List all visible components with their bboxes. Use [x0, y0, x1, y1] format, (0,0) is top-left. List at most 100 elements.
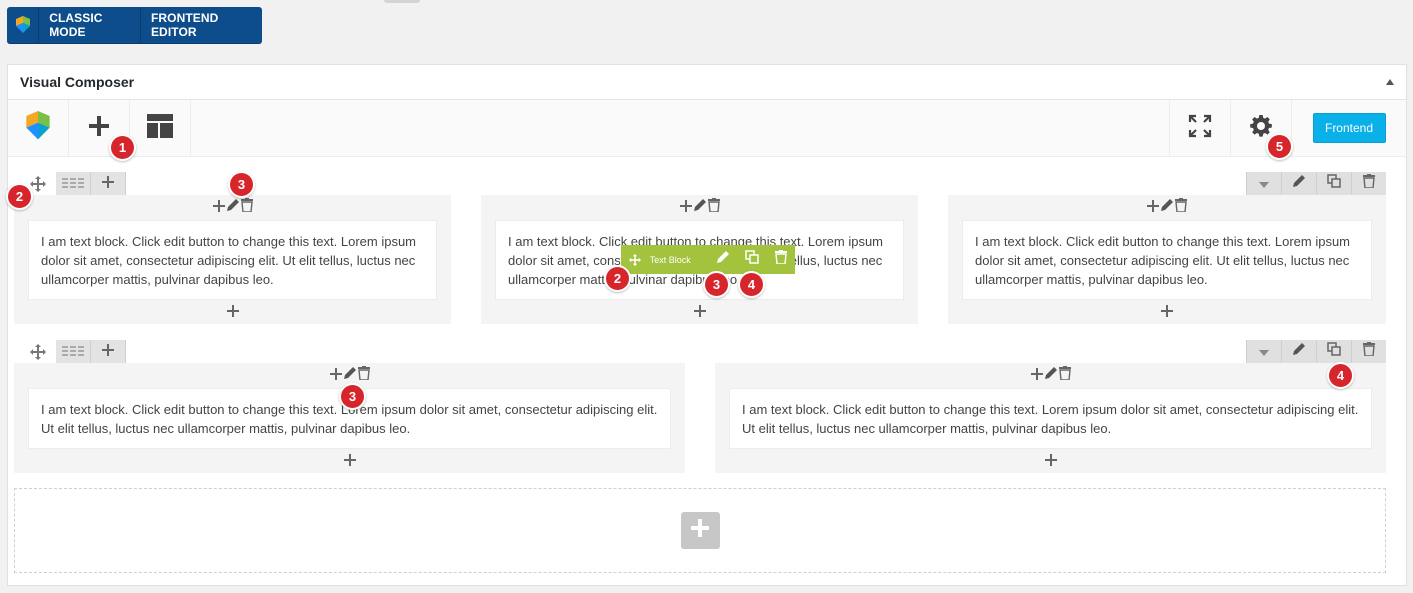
plus-icon[interactable]: [212, 199, 225, 217]
row-clone-button[interactable]: [1316, 340, 1351, 363]
chevron-down-icon: [1259, 175, 1269, 193]
column: I am text block. Click edit button to ch…: [715, 363, 1386, 473]
plus-icon[interactable]: [679, 199, 692, 217]
vc-logo-icon: [24, 110, 52, 146]
element-toolbar: Text Block: [621, 245, 795, 274]
plus-icon: [102, 175, 114, 193]
callout-badge: 4: [738, 271, 765, 298]
plus-icon: [102, 343, 114, 361]
row-edit-button[interactable]: [1281, 172, 1316, 195]
trash-icon[interactable]: [357, 366, 370, 385]
row: I am text block. Click edit button to ch…: [14, 340, 1386, 475]
pencil-icon[interactable]: [1044, 366, 1058, 385]
element-delete-button[interactable]: [766, 245, 795, 274]
row-controls: [14, 340, 1386, 363]
add-row-area[interactable]: [14, 488, 1386, 573]
column: I am text block. Click edit button to ch…: [14, 363, 685, 473]
pencil-icon[interactable]: [693, 198, 707, 217]
plus-icon: [693, 304, 706, 322]
fullscreen-icon: [1188, 114, 1212, 143]
callout-badge: 3: [339, 383, 366, 410]
plus-icon[interactable]: [329, 367, 342, 385]
column-controls: [729, 363, 1372, 388]
add-element-big-button[interactable]: [680, 512, 720, 549]
trash-icon[interactable]: [240, 198, 253, 217]
editor-mode-bar: CLASSIC MODE FRONTEND EDITOR: [7, 7, 262, 43]
column: I am text block. Click edit button to ch…: [948, 195, 1386, 324]
add-to-column-button[interactable]: [28, 449, 671, 474]
row-edit-button[interactable]: [1281, 340, 1316, 363]
add-to-column-button[interactable]: [495, 300, 904, 325]
column-controls: [962, 195, 1372, 220]
vc-logo-button[interactable]: [8, 100, 69, 156]
panel-header: Visual Composer: [8, 65, 1406, 100]
text-block[interactable]: I am text block. Click edit button to ch…: [962, 220, 1372, 300]
callout-badge: 3: [703, 271, 730, 298]
element-name-label: Text Block: [649, 254, 691, 265]
add-column-button[interactable]: [91, 172, 126, 195]
clone-icon: [745, 250, 759, 269]
composer-toolbar: Frontend: [8, 100, 1406, 157]
add-to-column-button[interactable]: [729, 449, 1372, 474]
column-controls: [495, 195, 904, 220]
callout-badge: 4: [1327, 362, 1354, 389]
move-icon[interactable]: [621, 253, 650, 266]
columns-icon: [62, 175, 84, 193]
column-controls: [28, 195, 437, 220]
pencil-icon: [1292, 342, 1306, 361]
callout-badge: 3: [228, 171, 255, 198]
callout-badge: 5: [1266, 133, 1293, 160]
trash-icon: [1363, 174, 1375, 193]
collapse-arrow-icon[interactable]: [1386, 79, 1394, 85]
pencil-icon[interactable]: [226, 198, 240, 217]
element-edit-button[interactable]: [709, 245, 738, 274]
callout-badge: 2: [6, 183, 33, 210]
text-block[interactable]: I am text block. Click edit button to ch…: [729, 388, 1372, 449]
top-divider-handle: [384, 0, 420, 3]
callout-badge: 2: [604, 265, 631, 292]
add-to-column-button[interactable]: [962, 300, 1372, 325]
row-delete-button[interactable]: [1351, 340, 1386, 363]
clone-icon: [1327, 174, 1341, 193]
plus-icon: [1161, 304, 1173, 322]
trash-icon[interactable]: [707, 198, 720, 217]
layout-template-icon: [147, 113, 173, 143]
trash-icon[interactable]: [1175, 198, 1187, 217]
plus-icon: [88, 115, 110, 142]
frontend-editor-button[interactable]: FRONTEND EDITOR: [141, 7, 262, 43]
vc-logo-icon: [7, 7, 40, 43]
columns-layout-button[interactable]: [56, 340, 91, 363]
text-block[interactable]: I am text block. Click edit button to ch…: [28, 220, 437, 300]
columns-icon: [62, 343, 84, 361]
trash-icon: [1363, 342, 1375, 361]
plus-icon[interactable]: [1030, 367, 1043, 385]
templates-button[interactable]: [130, 100, 191, 156]
add-to-column-button[interactable]: [28, 300, 437, 325]
callout-badge: 1: [109, 134, 136, 161]
panel-title: Visual Composer: [20, 74, 135, 90]
frontend-button[interactable]: Frontend: [1312, 113, 1386, 143]
plus-icon: [226, 304, 239, 322]
chevron-down-icon: [1259, 343, 1269, 361]
clone-icon: [1327, 342, 1341, 361]
element-clone-button[interactable]: [738, 245, 767, 274]
columns-layout-button[interactable]: [56, 172, 91, 195]
plus-icon: [691, 519, 709, 542]
plus-icon: [343, 453, 356, 471]
plus-icon: [1044, 453, 1057, 471]
row-delete-button[interactable]: [1351, 172, 1386, 195]
column: I am text block. Click edit button to ch…: [14, 195, 451, 324]
trash-icon[interactable]: [1058, 366, 1071, 385]
plus-icon[interactable]: [1147, 199, 1159, 217]
row-toggle-button[interactable]: [1246, 172, 1281, 195]
fullscreen-button[interactable]: [1169, 100, 1230, 156]
move-icon[interactable]: [26, 340, 50, 363]
row-toggle-button[interactable]: [1246, 340, 1281, 363]
add-column-button[interactable]: [91, 340, 126, 363]
pencil-icon: [1292, 174, 1306, 193]
row-controls: [14, 172, 1386, 195]
pencil-icon[interactable]: [1160, 198, 1174, 217]
row-clone-button[interactable]: [1316, 172, 1351, 195]
frontend-button-wrap: Frontend: [1291, 100, 1406, 156]
classic-mode-button[interactable]: CLASSIC MODE: [39, 7, 141, 43]
